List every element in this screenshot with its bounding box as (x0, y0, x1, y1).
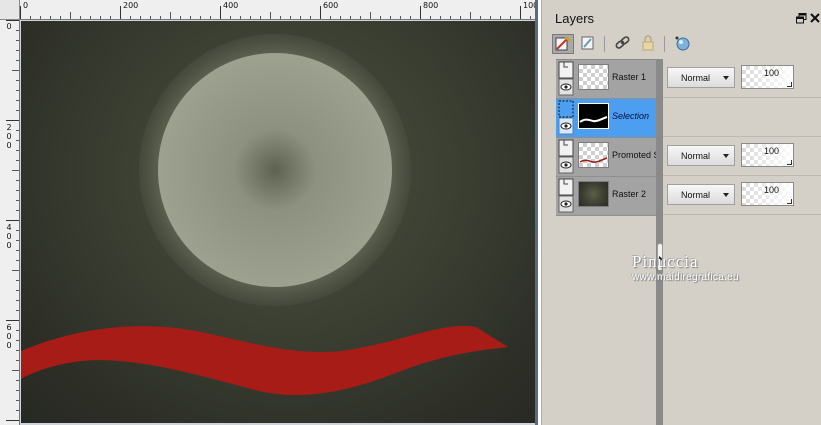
layer-row-selection[interactable]: Selection (556, 99, 658, 138)
layer-name: Raster 2 (612, 189, 647, 199)
panel-splitter[interactable] (656, 59, 663, 425)
ruler-label: 200 (123, 1, 139, 10)
new-vector-layer-button[interactable] (578, 34, 600, 54)
new-raster-layer-button[interactable] (552, 34, 574, 54)
blend-mode-select[interactable]: Normal (667, 184, 735, 205)
chevron-down-icon (723, 154, 729, 158)
mask-button[interactable] (672, 34, 694, 54)
selection-layer-icon (558, 100, 574, 118)
watermark-url: www.maidiregrafica.eu (632, 272, 739, 283)
resize-grip-icon (787, 199, 792, 204)
layer-row-raster-2[interactable]: Raster 2 (556, 177, 658, 216)
raster-layer-icon (558, 61, 574, 79)
horizontal-ruler[interactable]: 0 200 400 600 800 100 (20, 0, 538, 20)
moon-circle (158, 53, 392, 287)
canvas-artwork (21, 34, 508, 396)
new-vector-layer-icon (581, 36, 594, 50)
opacity-slider[interactable]: 100 (741, 65, 794, 89)
new-raster-layer-icon (555, 35, 572, 51)
ruler-ticks (20, 6, 531, 19)
ruler-corner (0, 0, 20, 20)
blend-mode-select[interactable]: Normal (667, 145, 735, 166)
opacity-value: 100 (764, 68, 780, 78)
layer-list: Raster 1 Selection Promoted Raster 2 (556, 59, 658, 216)
opacity-slider[interactable]: 100 (741, 182, 794, 206)
toolbar-separator (604, 36, 605, 52)
layer-thumbnail (578, 181, 609, 207)
mask-icon (675, 36, 690, 51)
resize-grip-icon (787, 82, 792, 87)
chevron-down-icon (723, 76, 729, 80)
layer-props-raster-2: Normal 100 (658, 176, 821, 215)
ruler-label: 600 (6, 323, 12, 350)
canvas-frame (535, 0, 538, 425)
chevron-down-icon (723, 193, 729, 197)
ruler-label: 0 (23, 1, 29, 10)
layer-props-promoted-selection: Normal 100 (658, 137, 821, 176)
layer-thumbnail (578, 103, 609, 129)
layer-name: Promoted Selection (612, 150, 658, 160)
blend-mode-select[interactable]: Normal (667, 67, 735, 88)
canvas-pane: 0 200 400 600 800 100 0 200 400 600 (0, 0, 538, 425)
layer-properties: Normal 100 Normal 100 Normal 100 (658, 59, 821, 215)
layer-visibility (558, 60, 575, 97)
blend-mode-value: Normal (681, 151, 711, 161)
layer-visibility (558, 177, 575, 214)
layer-thumbnail (578, 142, 609, 168)
layer-name: Raster 1 (612, 72, 647, 82)
ruler-label: 0 (6, 22, 12, 31)
layer-props-selection (658, 98, 821, 137)
opacity-value: 100 (764, 185, 780, 195)
raster-layer-icon (558, 139, 574, 157)
image-canvas[interactable] (21, 21, 535, 423)
vertical-ruler[interactable]: 0 200 400 600 (0, 20, 20, 425)
ruler-label: 200 (6, 123, 12, 150)
toolbar-separator (664, 36, 665, 52)
link-button[interactable] (612, 34, 634, 54)
opacity-value: 100 (764, 146, 780, 156)
layer-row-raster-1[interactable]: Raster 1 (556, 60, 658, 99)
blend-mode-value: Normal (681, 190, 711, 200)
ruler-label: 400 (6, 223, 12, 250)
layer-thumbnail (578, 64, 609, 90)
ruler-label: 600 (323, 1, 339, 10)
blend-mode-value: Normal (681, 73, 711, 83)
float-window-icon[interactable] (796, 13, 807, 24)
layer-visibility (558, 99, 575, 136)
layer-row-promoted-selection[interactable]: Promoted Selection (556, 138, 658, 177)
red-ribbon (21, 325, 508, 396)
layer-name: Selection (612, 111, 650, 121)
panel-title: Layers (555, 11, 595, 26)
watermark-title: Pinuccia (632, 252, 699, 271)
lock-button[interactable] (638, 34, 660, 54)
lock-icon (642, 35, 654, 51)
layer-visibility (558, 138, 575, 175)
ruler-label: 400 (223, 1, 239, 10)
raster-layer-icon (558, 178, 574, 196)
layer-props-raster-1: Normal 100 (658, 59, 821, 98)
ruler-label: 800 (423, 1, 439, 10)
close-icon[interactable] (810, 13, 820, 23)
opacity-slider[interactable]: 100 (741, 143, 794, 167)
resize-grip-icon (787, 160, 792, 165)
layers-panel: Layers Raster 1 Selection Promoted Raste… (541, 0, 821, 425)
link-icon (615, 36, 630, 49)
